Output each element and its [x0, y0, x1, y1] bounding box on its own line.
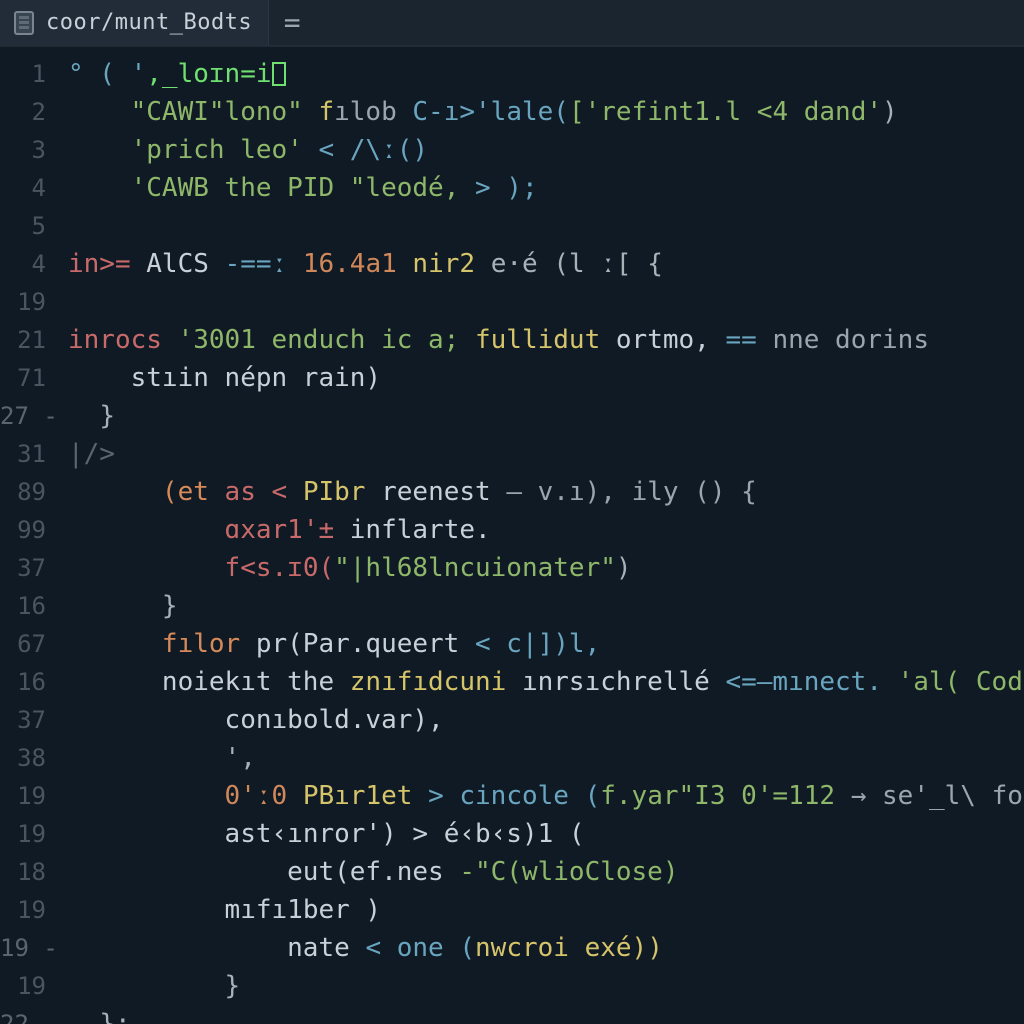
line-number: 19 — [0, 283, 46, 321]
code-line: eut(ef.nes -"C(wlioClose) — [68, 853, 1024, 891]
file-icon — [14, 11, 34, 35]
line-number: 4 — [0, 245, 46, 283]
line-number: 27 - — [0, 397, 46, 435]
line-number: 37 — [0, 549, 46, 587]
code-line: |/> — [68, 435, 1024, 473]
code-line: (et as < PIbr reenest — v.ı), ily () { — [68, 473, 1024, 511]
tab-filename: coor/munt_Bodts — [46, 10, 252, 35]
editor-body: 1 2 3 4 5 4 19 21 71 27 - 31 89 99 37 16… — [0, 46, 1024, 1024]
code-line: in>= AlCS -==ː 16.4a1 nir2 e·é (l ː[ { — [68, 245, 1024, 283]
code-line: ', — [68, 739, 1024, 777]
line-number: 1 — [0, 55, 46, 93]
line-number: 19 — [0, 967, 46, 1005]
line-number: 2 — [0, 93, 46, 131]
line-number: 71 — [0, 359, 46, 397]
line-number-gutter: 1 2 3 4 5 4 19 21 71 27 - 31 89 99 37 16… — [0, 55, 56, 1024]
code-line: inrocs '3001 enduch ic a; fullidut ortmo… — [68, 321, 1024, 359]
code-line: }; — [68, 1005, 1024, 1024]
line-number: 21 — [0, 321, 46, 359]
file-tab[interactable]: coor/munt_Bodts — [0, 0, 269, 45]
code-line: f<s.ɪ0("|hl68lncuionater") — [68, 549, 1024, 587]
code-line: mıfı1ber ) — [68, 891, 1024, 929]
code-line: stıin népn rain) — [68, 359, 1024, 397]
code-line: conıbold.var), — [68, 701, 1024, 739]
line-number: 3 — [0, 131, 46, 169]
line-number: 89 — [0, 473, 46, 511]
code-line: } — [68, 397, 1024, 435]
code-line: nate < one (nwcroi exé)) — [68, 929, 1024, 967]
code-line: ° ( ',_loɪn=i — [68, 55, 1024, 93]
line-number: 37 — [0, 701, 46, 739]
line-number: 4 — [0, 169, 46, 207]
line-number: 19 — [0, 777, 46, 815]
line-number: 16 — [0, 587, 46, 625]
line-number: 22 - — [0, 1005, 46, 1024]
code-line — [68, 283, 1024, 321]
code-line: ɑxar1'± inflarte. — [68, 511, 1024, 549]
code-line: ast‹ınror') > é‹b‹s)1 ( — [68, 815, 1024, 853]
tab-bar: coor/munt_Bodts = — [0, 0, 1024, 46]
code-line: } — [68, 587, 1024, 625]
line-number: 38 — [0, 739, 46, 777]
code-line: "CAWI"lono" fılob C-ı>'lale(['refint1.l … — [68, 93, 1024, 131]
tab-divider-icon: = — [269, 0, 315, 45]
code-area[interactable]: ° ( ',_loɪn=i "CAWI"lono" fılob C-ı>'lal… — [56, 55, 1024, 1024]
line-number: 5 — [0, 207, 46, 245]
code-line: 'CAWB the PID "leodé, > ); — [68, 169, 1024, 207]
line-number: 16 — [0, 663, 46, 701]
code-line — [68, 207, 1024, 245]
line-number: 99 — [0, 511, 46, 549]
code-line: 'prich leo' < /\ː() — [68, 131, 1024, 169]
line-number: 18 — [0, 853, 46, 891]
line-number: 31 — [0, 435, 46, 473]
line-number: 19 — [0, 815, 46, 853]
code-line: noiekıt the znıfıdcuni ınrsıchrellé <=—m… — [68, 663, 1024, 701]
line-number: 19 — [0, 891, 46, 929]
line-number: 19 - — [0, 929, 46, 967]
code-line: } — [68, 967, 1024, 1005]
code-line: 0'ː0 PBır1et > cincole (f.yar"I3 0'=112 … — [68, 777, 1024, 815]
cursor-icon — [272, 62, 286, 86]
code-line: fılor pr(Par.queert < c|])l, — [68, 625, 1024, 663]
editor-window: coor/munt_Bodts = 1 2 3 4 5 4 19 21 71 2… — [0, 0, 1024, 1024]
line-number: 67 — [0, 625, 46, 663]
